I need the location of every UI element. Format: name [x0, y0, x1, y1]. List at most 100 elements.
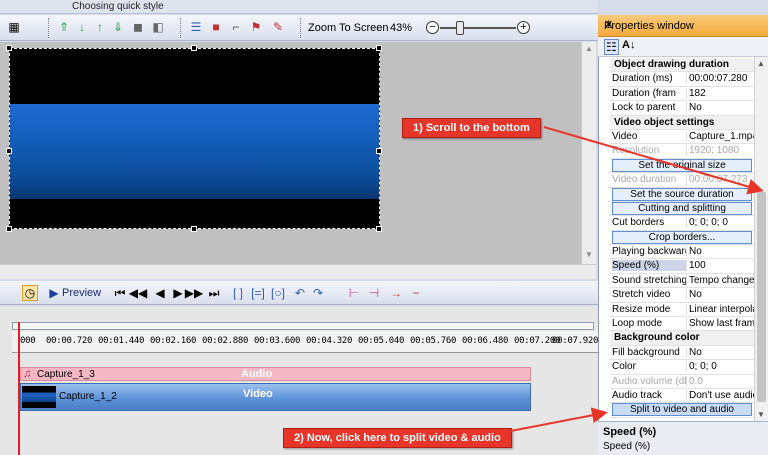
- scene-vertical-scrollbar[interactable]: ▲ ▼: [581, 42, 596, 264]
- property-value[interactable]: 0; 0; 0: [686, 361, 754, 373]
- property-row[interactable]: Sound stretching Tempo change: [610, 274, 754, 289]
- go-to-start-icon[interactable]: ⏮: [112, 285, 128, 301]
- property-row[interactable]: Video Capture_1.mp4;: [610, 130, 754, 145]
- property-row[interactable]: Playing backward No: [610, 245, 754, 260]
- zoom-slider[interactable]: − +: [426, 20, 530, 36]
- property-action-row[interactable]: Set the original size: [610, 158, 754, 174]
- resize-handle[interactable]: [6, 226, 12, 232]
- property-row[interactable]: Lock to parent No: [610, 101, 754, 116]
- property-row[interactable]: Color 0; 0; 0: [610, 360, 754, 375]
- property-row[interactable]: Video duration 00:00:07.273: [610, 173, 754, 188]
- next-frame-icon[interactable]: ▶: [170, 285, 186, 301]
- move-up-icon[interactable]: ↑: [92, 19, 108, 35]
- resize-handle[interactable]: [376, 148, 382, 154]
- record-icon[interactable]: ■: [208, 19, 224, 35]
- scroll-up-icon[interactable]: ▲: [757, 59, 765, 68]
- preview-button[interactable]: Preview: [62, 287, 101, 299]
- categorized-view-icon[interactable]: ☷: [604, 39, 619, 55]
- property-row[interactable]: Resize mode Linear interpolat: [610, 303, 754, 318]
- property-action-row[interactable]: Crop borders...: [610, 230, 754, 246]
- marker-range-icon[interactable]: ⊣: [366, 285, 382, 301]
- scroll-up-icon[interactable]: ▲: [584, 44, 594, 53]
- scroll-down-icon[interactable]: ▼: [757, 410, 765, 419]
- video-track-clip[interactable]: Capture_1_2 Video: [20, 383, 531, 411]
- time-ruler[interactable]: 000 00:00.720 00:01.440 00:02.160 00:02.…: [12, 331, 598, 353]
- text-list-icon[interactable]: ☰: [188, 19, 204, 35]
- property-value[interactable]: 0; 0; 0; 0: [686, 217, 754, 229]
- timeline-horizontal-scrollbar[interactable]: [12, 322, 594, 330]
- resize-handle[interactable]: [6, 45, 12, 51]
- close-icon[interactable]: ✕: [604, 18, 762, 31]
- property-value[interactable]: Linear interpolat: [686, 303, 754, 315]
- resize-handle[interactable]: [6, 148, 12, 154]
- property-action-row[interactable]: Set the source duration: [610, 187, 754, 202]
- resize-handle[interactable]: [191, 226, 197, 232]
- undo-icon[interactable]: ↶: [292, 285, 308, 301]
- property-action-button[interactable]: Set the original size: [612, 158, 752, 172]
- property-action-button[interactable]: Split to video and audio: [612, 403, 752, 417]
- property-value[interactable]: No: [686, 289, 754, 301]
- properties-vertical-scrollbar[interactable]: ▲ ▼: [754, 57, 768, 421]
- property-value[interactable]: Show last frame: [686, 318, 754, 330]
- playhead[interactable]: [18, 322, 20, 455]
- property-row[interactable]: Speed (%) 100: [610, 259, 754, 274]
- property-category[interactable]: Video object settings: [610, 115, 754, 130]
- crop-icon[interactable]: ⌐: [228, 19, 244, 35]
- property-row[interactable]: Audio track Don't use audio: [610, 389, 754, 404]
- marker-icon[interactable]: ⊢: [346, 285, 362, 301]
- property-category[interactable]: Object drawing duration: [610, 58, 754, 73]
- remove-icon[interactable]: −: [408, 285, 424, 301]
- scroll-down-icon[interactable]: ▼: [584, 250, 594, 259]
- property-row[interactable]: Loop mode Show last frame: [610, 317, 754, 332]
- property-value[interactable]: No: [686, 346, 754, 358]
- pen-icon[interactable]: ✎: [270, 19, 286, 35]
- property-value[interactable]: 00:00:07.280: [686, 73, 754, 85]
- property-action-row[interactable]: Split to video and audio: [610, 403, 754, 418]
- move-top-icon[interactable]: ⇑: [56, 19, 72, 35]
- clock-icon[interactable]: ◷: [22, 285, 38, 301]
- property-row[interactable]: Fill background No: [610, 346, 754, 361]
- property-value[interactable]: 00:00:07.273: [686, 174, 754, 186]
- property-row[interactable]: Duration (fram 182: [610, 87, 754, 102]
- property-category[interactable]: Background color: [610, 331, 754, 346]
- properties-title-bar[interactable]: Properties window ⊥ ✕: [598, 15, 768, 37]
- property-row[interactable]: Stretch video No: [610, 288, 754, 303]
- resize-handle[interactable]: [376, 226, 382, 232]
- property-row[interactable]: Duration (ms) 00:00:07.280: [610, 72, 754, 87]
- layers-icon[interactable]: ▦: [6, 19, 22, 35]
- property-value[interactable]: Don't use audio: [686, 389, 754, 401]
- property-value[interactable]: 100: [686, 260, 754, 272]
- property-action-row[interactable]: Cutting and splitting: [610, 201, 754, 217]
- property-value[interactable]: 0.0: [686, 375, 754, 387]
- property-row[interactable]: Audio volume (dB 0.0: [610, 375, 754, 389]
- resize-handle[interactable]: [191, 45, 197, 51]
- alphabetical-sort-icon[interactable]: A↓: [622, 39, 635, 51]
- zoom-timeline-icon[interactable]: [○]: [270, 285, 286, 301]
- property-action-button[interactable]: Set the source duration: [612, 187, 752, 201]
- zoom-to-screen-button[interactable]: Zoom To Screen: [308, 22, 389, 34]
- property-row[interactable]: Resolution 1920; 1080: [610, 144, 754, 159]
- zoom-out-icon[interactable]: −: [426, 21, 439, 34]
- property-action-button[interactable]: Crop borders...: [612, 230, 752, 244]
- redo-icon[interactable]: ↷: [310, 285, 326, 301]
- delete-marker-icon[interactable]: →: [388, 285, 404, 301]
- zoom-slider-handle[interactable]: [456, 21, 464, 35]
- property-value[interactable]: No: [686, 102, 754, 114]
- property-action-button[interactable]: Cutting and splitting: [612, 201, 752, 215]
- property-value[interactable]: 182: [686, 87, 754, 99]
- fit-selection-icon[interactable]: [=]: [250, 285, 266, 301]
- property-row[interactable]: Cut borders 0; 0; 0; 0: [610, 216, 754, 231]
- resize-handle[interactable]: [376, 45, 382, 51]
- property-value[interactable]: Capture_1.mp4;: [686, 130, 754, 142]
- play-icon[interactable]: ▶: [46, 285, 62, 301]
- properties-scroll-thumb[interactable]: [757, 192, 766, 402]
- step-forward-icon[interactable]: ▶▶: [185, 285, 203, 301]
- group-icon[interactable]: ◼: [130, 19, 146, 35]
- scene-horizontal-scrollbar[interactable]: [0, 264, 596, 279]
- move-down-icon[interactable]: ↓: [74, 19, 90, 35]
- prev-frame-icon[interactable]: ◀: [152, 285, 168, 301]
- step-back-icon[interactable]: ◀◀: [129, 285, 147, 301]
- audio-track-clip[interactable]: ♫ Capture_1_3 Audio: [20, 367, 531, 381]
- go-to-end-icon[interactable]: ⏭: [206, 285, 222, 301]
- flag-icon[interactable]: ⚑: [248, 19, 264, 35]
